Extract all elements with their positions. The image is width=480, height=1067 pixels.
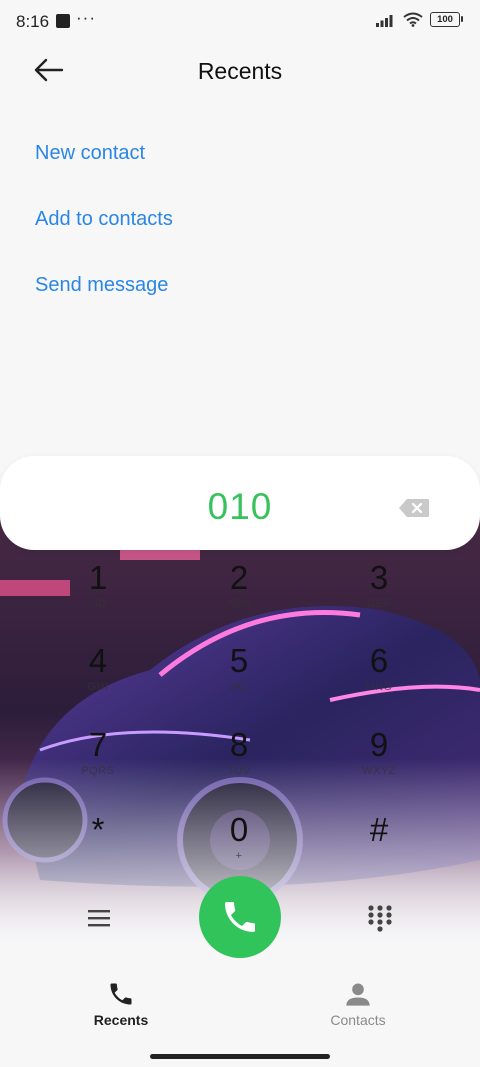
status-time: 8:16: [16, 12, 50, 31]
menu-icon[interactable]: [86, 905, 112, 931]
page-title: Recents: [197, 58, 283, 84]
key-6[interactable]: 6 MNO: [334, 643, 424, 713]
key-hash[interactable]: #: [334, 812, 424, 882]
top-bar: Recents: [0, 44, 480, 100]
home-indicator[interactable]: [150, 1054, 330, 1059]
key-7[interactable]: 7 PQRS: [53, 727, 143, 797]
add-to-contacts-link[interactable]: Add to contacts: [35, 208, 173, 231]
phone-icon: [225, 902, 255, 932]
send-message-link[interactable]: Send message: [35, 274, 168, 297]
key-9[interactable]: 9 WXYZ: [334, 727, 424, 797]
key-5[interactable]: 5 JKL: [194, 643, 284, 713]
key-2[interactable]: 2 ABC: [194, 560, 284, 630]
nav-recents[interactable]: Recents: [61, 978, 181, 1038]
battery-icon: 100: [430, 12, 463, 27]
key-8[interactable]: 8 TUV: [194, 727, 284, 797]
backspace-icon[interactable]: [398, 498, 430, 518]
key-1[interactable]: 1 GD: [53, 560, 143, 630]
person-icon: [346, 983, 370, 1006]
key-4[interactable]: 4 GHI: [53, 643, 143, 713]
phone-icon: [110, 983, 132, 1005]
key-star[interactable]: *: [53, 812, 143, 882]
status-bar: 8:16 ··· 100: [0, 0, 480, 44]
number-display: 010: [0, 456, 480, 550]
call-button[interactable]: [199, 876, 281, 958]
wifi-icon: [403, 12, 423, 27]
signal-icon: [376, 14, 393, 27]
nav-contacts-label: Contacts: [330, 1012, 386, 1028]
key-3[interactable]: 3 DEF: [334, 560, 424, 630]
key-0[interactable]: 0 +: [194, 812, 284, 882]
more-notifications-icon: ···: [76, 8, 96, 27]
nav-recents-label: Recents: [93, 1012, 149, 1028]
new-contact-link[interactable]: New contact: [35, 142, 145, 165]
dialpad-icon[interactable]: [367, 904, 393, 932]
notification-icon: [56, 14, 70, 28]
nav-contacts[interactable]: Contacts: [298, 978, 418, 1038]
